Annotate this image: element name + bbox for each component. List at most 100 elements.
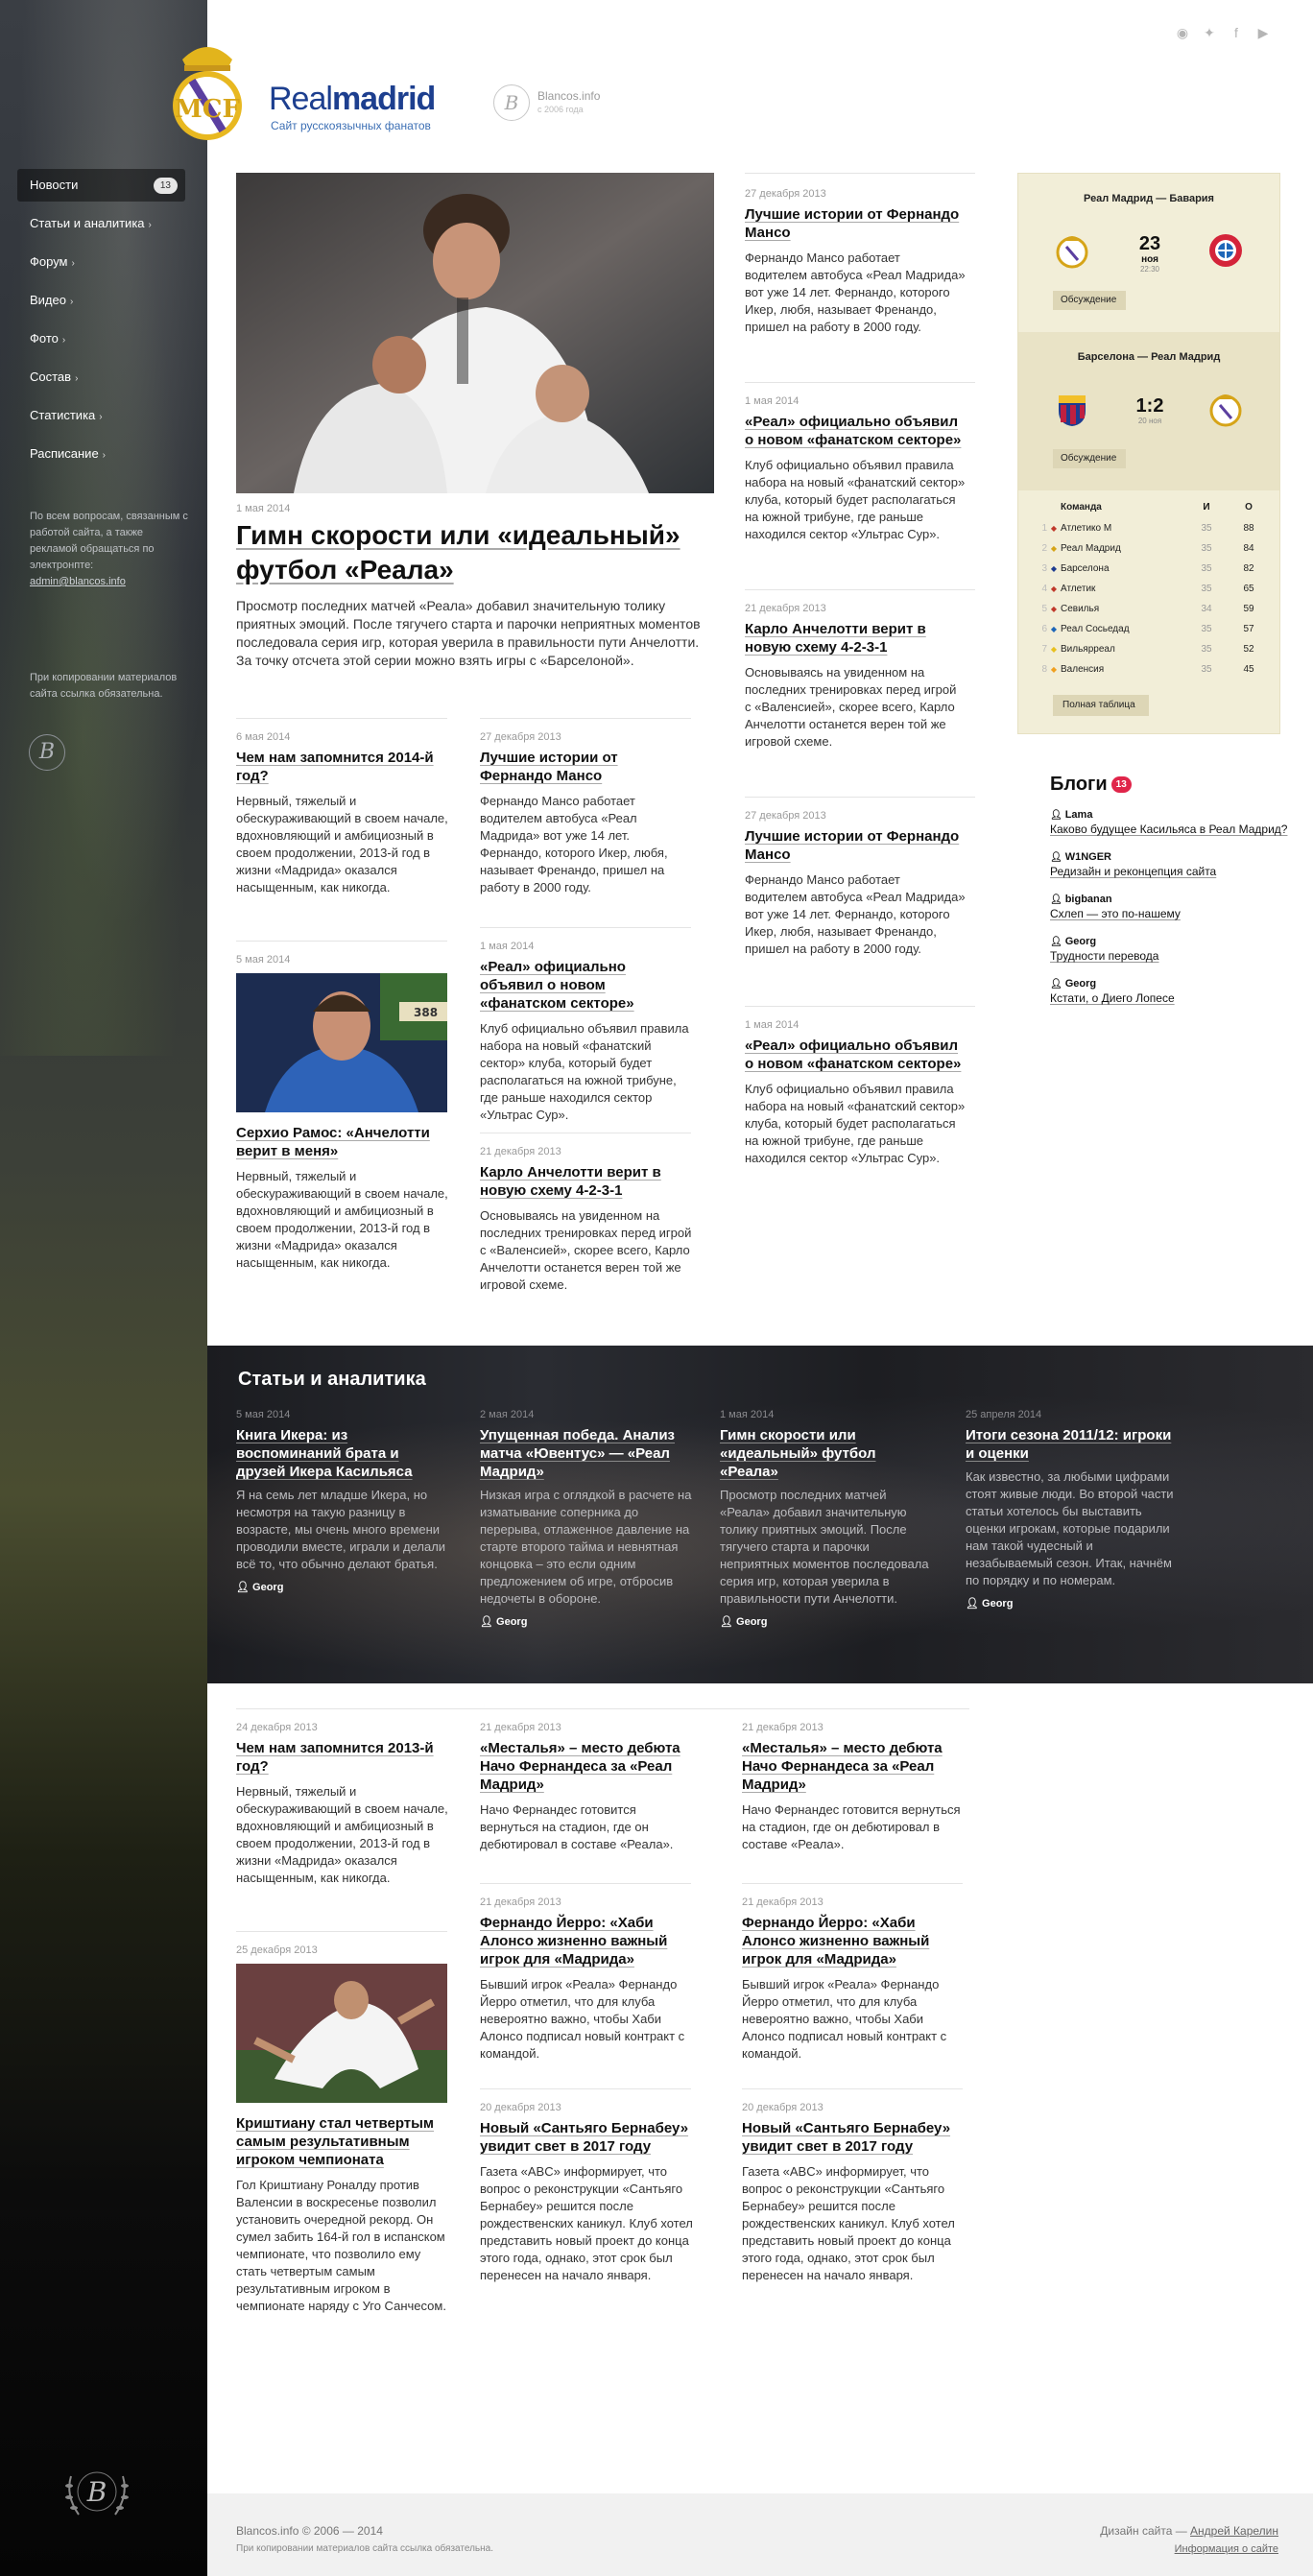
standings-row[interactable]: 2 ◆ Реал Мадрид 35 84 [1018,538,1279,559]
blog-post-link[interactable]: Схлеп — это по-нашему [1050,905,1300,922]
blog-post-link[interactable]: Кстати, о Диего Лопесе [1050,990,1300,1007]
bayern-crest-icon [1209,234,1242,267]
article-title-link[interactable]: Новый «Сантьяго Бернабеу» увидит свет в … [480,2119,693,2156]
divider [745,589,975,590]
article-author[interactable]: 👤︎ Georg [236,1581,449,1593]
article-item: 1 мая 2014 «Реал» официально объявил о н… [480,941,693,1124]
article-author[interactable]: 👤︎ Georg [966,1597,1179,1610]
nav-item-squad[interactable]: Состав › [17,361,185,394]
blog-item: 👤︎ Georg Трудности перевода [1050,936,1300,965]
standings-row[interactable]: 5 ◆ Севилья 34 59 [1018,599,1279,619]
team-crest-icon: ◆ [1050,584,1058,593]
article-title-link[interactable]: Гимн скорости или «идеальный» футбол «Ре… [720,1426,933,1481]
standings-row[interactable]: 4 ◆ Атлетик 35 65 [1018,579,1279,599]
twitter-icon[interactable]: ✦ [1202,25,1217,40]
article-title-link[interactable]: Книга Икера: из воспоминаний брата и дру… [236,1426,449,1481]
contact-note: По всем вопросам, связанным с работой са… [30,511,188,587]
article-item: 1 мая 2014 «Реал» официально объявил о н… [745,1019,966,1165]
article-title-link[interactable]: «Реал» официально объявил о новом «фанат… [745,1037,966,1073]
article-title-link[interactable]: Карло Анчелотти верит в новую схему 4-2-… [480,1163,693,1200]
discussion-button[interactable]: Обсуждение [1053,449,1127,468]
nav-item-articles[interactable]: Статьи и аналитика › [17,207,185,240]
divider [236,1708,969,1709]
article-title-link[interactable]: Карло Анчелотти верит в новую схему 4-2-… [745,620,966,656]
blog-author[interactable]: 👤︎ Georg [1050,936,1300,947]
blancos-logo-icon: B [493,84,530,121]
partner-link[interactable]: B Blancos.info с 2006 года [493,84,600,121]
real-madrid-crest-icon [1056,236,1088,269]
standings-row[interactable]: 6 ◆ Реал Сосьедад 35 57 [1018,619,1279,639]
blancos-laurel-logo-icon: B [65,2471,129,2516]
standings-row[interactable]: 3 ◆ Барселона 35 82 [1018,559,1279,579]
divider [480,1883,691,1884]
article-title-link[interactable]: Упущенная победа. Анализ матча «Ювентус»… [480,1426,693,1481]
real-madrid-crest-logo-icon[interactable]: MCF [163,33,251,146]
nav-item-news[interactable]: Новости 13 [17,169,185,202]
article-title-link[interactable]: Чем нам запомнится 2013-й год? [236,1739,449,1776]
matches-widget: Реал Мадрид — Бавария 23 ноя 22:30 Обсуж… [1017,173,1280,734]
team-crest-icon: ◆ [1050,544,1058,553]
standings-table: Команда И О 1 ◆ Атлетико М 35 88 2 ◆ Реал Мадри… [1018,490,1279,733]
blog-author[interactable]: 👤︎ W1NGER [1050,851,1300,863]
nav-item-stats[interactable]: Статистика › [17,399,185,432]
team-crest-icon: ◆ [1050,625,1058,633]
youtube-icon[interactable]: ▶ [1255,25,1271,40]
nav-item-video[interactable]: Видео › [17,284,185,317]
blog-post-link[interactable]: Редизайн и реконцепция сайта [1050,863,1300,880]
site-info-link[interactable]: Информация о сайте [1175,2543,1278,2555]
match-card: Барселона — Реал Мадрид 1:2 20 ноя Обсуж… [1018,332,1279,490]
article-title-link[interactable]: Чем нам запомнится 2014-й год? [236,749,449,785]
divider [480,2088,691,2089]
article-author[interactable]: 👤︎ Georg [480,1615,693,1628]
match-score: 1:2 20 ноя [1135,395,1164,425]
article-title-link[interactable]: Лучшие истории от Фернандо Мансо [480,749,693,785]
article-image-ronaldo-icon[interactable] [236,1964,447,2103]
blog-author[interactable]: 👤︎ Georg [1050,978,1300,990]
hero-excerpt: Просмотр последних матчей «Реала» добави… [236,598,701,668]
article-title-link[interactable]: «Месталья» – место дебюта Начо Фернандес… [480,1739,693,1794]
rss-icon[interactable]: ◉ [1175,25,1190,40]
facebook-icon[interactable]: f [1229,25,1244,40]
blog-author[interactable]: 👤︎ bigbanan [1050,894,1300,905]
article-title-link[interactable]: Криштиану стал четвертым самым результат… [236,2114,449,2169]
article-image-ramos-icon[interactable]: 388 [236,973,447,1112]
designer-link[interactable]: Андрей Карелин [1190,2524,1278,2538]
analytics-article: 1 мая 2014 Гимн скорости или «идеальный» … [720,1409,933,1628]
svg-text:B: B [86,2476,107,2508]
user-icon: 👤︎ [1050,852,1062,863]
article-title-link[interactable]: «Реал» официально объявил о новом «фанат… [480,958,693,1013]
hero-title-link[interactable]: Гимн скорости или «идеальный» футбол «Ре… [236,518,716,587]
blancos-logo-small-icon: B [29,734,65,771]
article-title-link[interactable]: «Реал» официально объявил о новом «фанат… [745,413,966,449]
barcelona-crest-icon [1059,395,1086,426]
contact-email-link[interactable]: admin@blancos.info [30,576,126,587]
user-icon: 👤︎ [1050,937,1062,947]
article-title-link[interactable]: Лучшие истории от Фернандо Мансо [745,827,966,864]
blog-post-link[interactable]: Трудности перевода [1050,947,1300,965]
chevron-right-icon: › [99,412,103,422]
blog-post-link[interactable]: Каково будущее Касильяса в Реал Мадрид? [1050,821,1300,838]
article-title-link[interactable]: Фернандо Йерро: «Хаби Алонсо жизненно ва… [742,1914,965,1968]
nav-item-forum[interactable]: Форум › [17,246,185,278]
article-title-link[interactable]: Новый «Сантьяго Бернабеу» увидит свет в … [742,2119,965,2156]
article-title-link[interactable]: Итоги сезона 2011/12: игроки и оценки [966,1426,1179,1463]
chevron-right-icon: › [69,297,74,307]
blog-author[interactable]: 👤︎ Lama [1050,809,1300,821]
article-title-link[interactable]: Лучшие истории от Фернандо Мансо [745,205,966,242]
team-crest-icon: ◆ [1050,605,1058,613]
brand-title[interactable]: Realmadrid [269,81,436,118]
article-title-link[interactable]: Серхио Рамос: «Анчелотти верит в меня» [236,1124,449,1160]
standings-row[interactable]: 7 ◆ Вильярреал 35 52 [1018,639,1279,659]
discussion-button[interactable]: Обсуждение [1053,291,1127,310]
standings-row[interactable]: 1 ◆ Атлетико М 35 88 [1018,518,1279,538]
full-table-button[interactable]: Полная таблица [1053,695,1149,716]
article-title-link[interactable]: «Месталья» – место дебюта Начо Фернандес… [742,1739,965,1794]
hero-image[interactable] [236,173,714,493]
article-author[interactable]: 👤︎ Georg [720,1615,933,1628]
standings-row[interactable]: 8 ◆ Валенсия 35 45 [1018,659,1279,680]
real-madrid-crest-icon [1209,394,1242,427]
nav-item-photo[interactable]: Фото › [17,322,185,355]
chevron-right-icon: › [71,258,75,269]
nav-item-schedule[interactable]: Расписание › [17,438,185,470]
article-title-link[interactable]: Фернандо Йерро: «Хаби Алонсо жизненно ва… [480,1914,693,1968]
